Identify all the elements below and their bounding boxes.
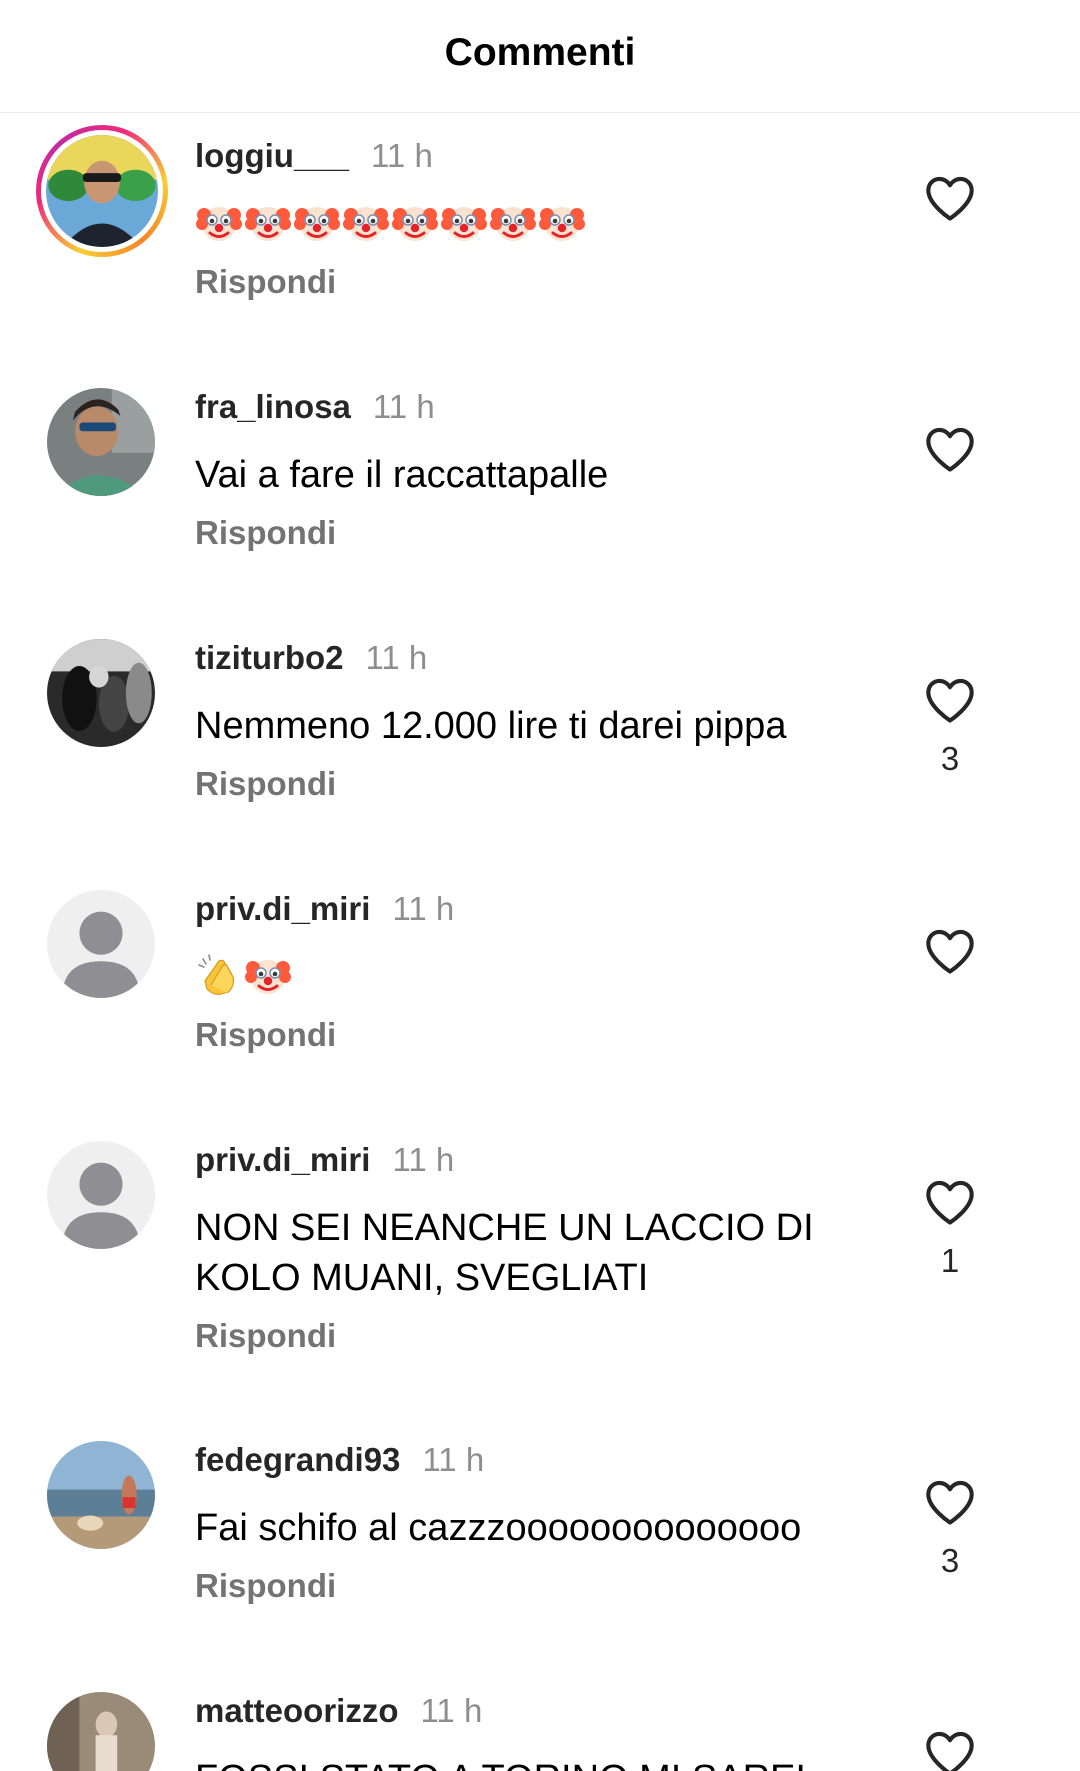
comment-time: 11 h: [372, 388, 435, 425]
clown-face-icon: [294, 207, 340, 241]
default-avatar-icon: [47, 890, 155, 998]
heart-icon[interactable]: [924, 1178, 976, 1226]
like-count: 3: [940, 740, 960, 777]
avatar[interactable]: [47, 1141, 155, 1249]
comment-body: loggiu___ 11 h Rispondi: [195, 137, 875, 301]
page-title: Commenti: [444, 31, 636, 74]
comments-header: Commenti: [0, 0, 1080, 113]
clown-face-icon: [490, 207, 536, 241]
avatar[interactable]: [47, 388, 155, 496]
comment-text: NON SEI NEANCHE UN LACCIO DI KOLO MUANI,…: [195, 1207, 814, 1299]
avatar[interactable]: [47, 639, 155, 747]
avatar-photo: [46, 135, 158, 247]
comment-text: FOSSI STATO A TORINO MI SAREI: [195, 1754, 875, 1771]
comment-time: 11 h: [422, 1441, 485, 1478]
clown-face-icon: [245, 960, 291, 994]
avatar-photo: [47, 639, 155, 747]
comment-username[interactable]: priv.di_miri: [195, 1141, 370, 1179]
comment-body: tiziturbo2 11 h Nemmeno 12.000 lire ti d…: [195, 639, 875, 803]
clown-face-icon: [392, 207, 438, 241]
reply-button[interactable]: Rispondi: [195, 263, 336, 301]
comment-text: Fai schifo al cazzzoooooooooooooo: [195, 1507, 802, 1549]
comment-username[interactable]: matteoorizzo: [195, 1692, 399, 1730]
like-count: 3: [940, 1542, 960, 1579]
comment-body: matteoorizzo 11 h FOSSI STATO A TORINO M…: [195, 1692, 875, 1771]
comments-sheet: Commenti loggiu___ 11 h Rispondi fra_lin…: [0, 0, 1080, 1771]
comment-text: [195, 948, 875, 1002]
comment-username[interactable]: loggiu___: [195, 137, 349, 175]
comment-time: 11 h: [392, 890, 455, 927]
avatar-photo: [47, 1692, 155, 1771]
heart-icon[interactable]: [924, 927, 976, 975]
clown-face-icon: [245, 207, 291, 241]
heart-icon[interactable]: [924, 1478, 976, 1526]
reply-button[interactable]: Rispondi: [195, 1317, 336, 1355]
comment-body: priv.di_miri 11 h Rispondi: [195, 890, 875, 1054]
comment-username[interactable]: tiziturbo2: [195, 639, 343, 677]
comment-username[interactable]: fedegrandi93: [195, 1441, 400, 1479]
comment-text: Vai a fare il raccattapalle: [195, 454, 609, 496]
avatar[interactable]: [36, 125, 168, 257]
avatar[interactable]: [47, 890, 155, 998]
clown-face-icon: [441, 207, 487, 241]
reply-button[interactable]: Rispondi: [195, 1016, 336, 1054]
clown-face-icon: [539, 207, 585, 241]
heart-icon[interactable]: [924, 425, 976, 473]
reply-button[interactable]: Rispondi: [195, 514, 336, 552]
avatar[interactable]: [47, 1692, 155, 1771]
comment-username[interactable]: priv.di_miri: [195, 890, 370, 928]
reply-button[interactable]: Rispondi: [195, 765, 336, 803]
comment-text: Nemmeno 12.000 lire ti darei pippa: [195, 705, 787, 747]
default-avatar-icon: [47, 1141, 155, 1249]
clapping-hands-icon: [198, 954, 234, 995]
comment-username[interactable]: fra_linosa: [195, 388, 351, 426]
heart-icon[interactable]: [924, 174, 976, 222]
comment-time: 11 h: [420, 1692, 483, 1729]
heart-icon[interactable]: [924, 676, 976, 724]
reply-button[interactable]: Rispondi: [195, 1567, 336, 1605]
comment-body: fedegrandi93 11 h Fai schifo al cazzzooo…: [195, 1441, 875, 1605]
comment-body: priv.di_miri 11 h NON SEI NEANCHE UN LAC…: [195, 1141, 875, 1355]
heart-icon[interactable]: [924, 1729, 976, 1771]
clown-face-icon: [196, 207, 242, 241]
comment-time: 11 h: [371, 137, 433, 174]
like-count: 1: [940, 1242, 960, 1279]
comment-text: [195, 195, 875, 249]
avatar[interactable]: [47, 1441, 155, 1549]
comment-body: fra_linosa 11 h Vai a fare il raccattapa…: [195, 388, 875, 552]
clown-face-icon: [343, 207, 389, 241]
comment-time: 11 h: [392, 1141, 455, 1178]
comment-time: 11 h: [365, 639, 428, 676]
avatar-photo: [47, 388, 155, 496]
avatar-photo: [47, 1441, 155, 1549]
